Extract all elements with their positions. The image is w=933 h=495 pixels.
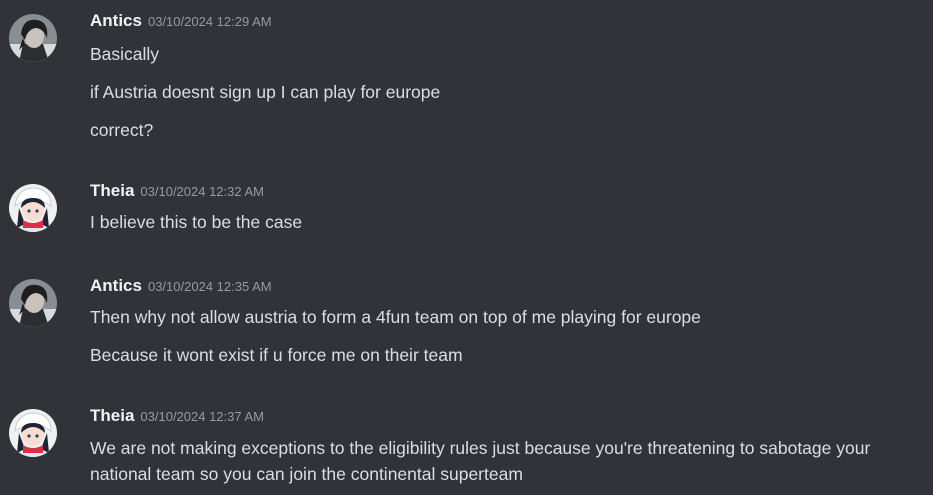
message-text: Basically [90,44,160,64]
message-group: Theia 03/10/2024 12:32 AM I believe this … [0,180,933,240]
username[interactable]: Antics [90,276,142,295]
message-text: Because it wont exist if u force me on t… [90,345,463,365]
white-hat-character-avatar-icon [9,409,57,457]
message-group: Antics 03/10/2024 12:29 AM Basically if A… [0,10,933,145]
message-text: Then why not allow austria to form a 4fu… [90,307,701,327]
user-avatar[interactable] [9,409,57,457]
message-header: Antics 03/10/2024 12:29 AM [90,10,272,32]
timestamp: 03/10/2024 12:29 AM [147,14,272,29]
timestamp: 03/10/2024 12:35 AM [147,279,272,294]
message-text: if Austria doesnt sign up I can play for… [90,82,441,102]
message-text: We are not making exceptions to the elig… [90,438,871,484]
username[interactable]: Antics [90,11,142,30]
chat-message-list: Antics 03/10/2024 12:29 AM Basically if A… [0,0,933,495]
message-header: Theia 03/10/2024 12:37 AM [90,405,264,427]
message-group: Antics 03/10/2024 12:35 AM Then why not a… [0,275,933,375]
user-avatar[interactable] [9,14,57,62]
username[interactable]: Theia [90,406,134,425]
dark-haired-character-avatar-icon [9,14,57,62]
message-header: Antics 03/10/2024 12:35 AM [90,275,272,297]
user-avatar[interactable] [9,184,57,232]
white-hat-character-avatar-icon [9,184,57,232]
timestamp: 03/10/2024 12:37 AM [140,409,265,424]
timestamp: 03/10/2024 12:32 AM [140,184,265,199]
user-avatar[interactable] [9,279,57,327]
dark-haired-character-avatar-icon [9,279,57,327]
message-text: correct? [90,120,154,140]
username[interactable]: Theia [90,181,134,200]
message-text: I believe this to be the case [90,212,303,232]
message-group: Theia 03/10/2024 12:37 AM We are not maki… [0,405,933,495]
message-header: Theia 03/10/2024 12:32 AM [90,180,264,202]
